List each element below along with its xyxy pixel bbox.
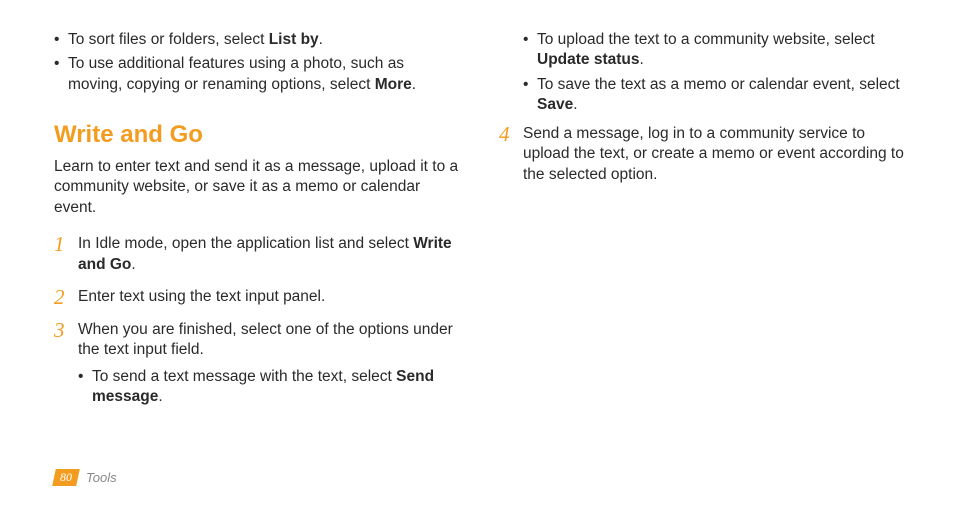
text: To send a text message with the text, se… (92, 368, 396, 385)
text: To save the text as a memo or calendar e… (537, 76, 900, 93)
page-footer: 80 Tools (54, 469, 117, 486)
list-item: To save the text as a memo or calendar e… (523, 75, 904, 116)
sub-bullet-list: To send a text message with the text, se… (78, 367, 459, 408)
list-item: To send a text message with the text, se… (78, 367, 459, 408)
text: Enter text using the text input panel. (78, 288, 325, 305)
step-item: 1 In Idle mode, open the application lis… (54, 234, 459, 275)
text: To sort files or folders, select (68, 31, 269, 48)
step3-continuation: To upload the text to a community websit… (499, 30, 904, 116)
bold-text: Save (537, 96, 573, 113)
text: . (412, 76, 416, 93)
section-intro: Learn to enter text and send it as a mes… (54, 157, 459, 218)
bold-text: Update status (537, 51, 640, 68)
left-column: To sort files or folders, select List by… (54, 30, 459, 420)
page-number-badge: 80 (52, 469, 80, 486)
section-heading: Write and Go (54, 119, 459, 151)
footer-section-label: Tools (86, 470, 117, 485)
step-item: 3 When you are finished, select one of t… (54, 320, 459, 408)
text: When you are finished, select one of the… (78, 321, 453, 358)
text: . (573, 96, 577, 113)
two-column-layout: To sort files or folders, select List by… (54, 30, 904, 420)
text: Send a message, log in to a community se… (523, 125, 904, 183)
text: . (158, 388, 162, 405)
manual-page: To sort files or folders, select List by… (0, 0, 954, 518)
list-item: To sort files or folders, select List by… (54, 30, 459, 50)
bold-text: More (375, 76, 412, 93)
bold-text: List by (269, 31, 319, 48)
list-item: To use additional features using a photo… (54, 54, 459, 95)
step-number: 3 (54, 317, 65, 345)
step-item: 2 Enter text using the text input panel. (54, 287, 459, 307)
steps-list-cont: 4 Send a message, log in to a community … (499, 124, 904, 185)
text: . (319, 31, 323, 48)
step-number: 2 (54, 284, 65, 312)
step-number: 1 (54, 231, 65, 259)
text: . (131, 256, 135, 273)
list-item: To upload the text to a community websit… (523, 30, 904, 71)
text: To upload the text to a community websit… (537, 31, 875, 48)
page-number: 80 (60, 470, 72, 485)
steps-list: 1 In Idle mode, open the application lis… (54, 234, 459, 407)
right-column: To upload the text to a community websit… (499, 30, 904, 420)
step-number: 4 (499, 121, 510, 149)
text: In Idle mode, open the application list … (78, 235, 413, 252)
text: To use additional features using a photo… (68, 55, 404, 92)
intro-bullet-list: To sort files or folders, select List by… (54, 30, 459, 95)
sub-bullet-list: To upload the text to a community websit… (523, 30, 904, 116)
text: . (640, 51, 644, 68)
step-item: 4 Send a message, log in to a community … (499, 124, 904, 185)
